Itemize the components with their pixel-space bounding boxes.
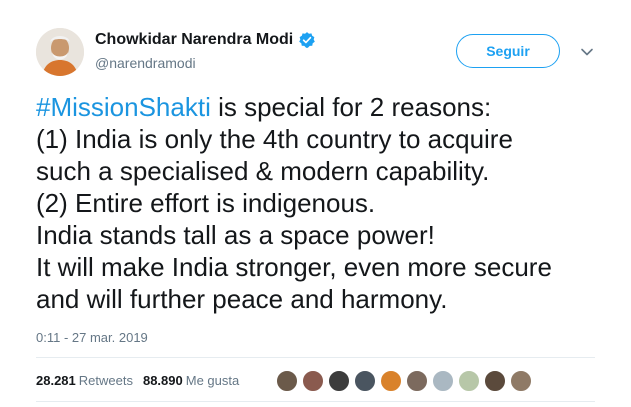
tweet-line-4: (2) Entire effort is indigenous. bbox=[36, 188, 376, 218]
likes-count: 88.890 bbox=[142, 373, 183, 388]
retweets-label: Retweets bbox=[78, 373, 133, 388]
likes-stat[interactable]: 88.890 Me gusta bbox=[143, 373, 239, 388]
tweet-text: #MissionShakti is special for 2 reasons:… bbox=[36, 91, 616, 315]
tweet-timestamp[interactable]: 0:11 - 27 mar. 2019 bbox=[36, 330, 148, 345]
author-handle[interactable]: @narendramodi bbox=[95, 55, 196, 71]
follow-button[interactable]: Seguir bbox=[456, 34, 560, 68]
verified-badge-icon bbox=[298, 31, 316, 49]
liker-avatar-5[interactable] bbox=[380, 370, 402, 392]
hashtag-link[interactable]: #MissionShakti bbox=[36, 92, 211, 122]
author-name[interactable]: Chowkidar Narendra Modi bbox=[95, 31, 316, 49]
tweet-line-2: (1) India is only the 4th country to acq… bbox=[36, 124, 513, 154]
author-name-text[interactable]: Chowkidar Narendra Modi bbox=[95, 31, 293, 49]
liker-avatar-4[interactable] bbox=[354, 370, 376, 392]
profile-photo bbox=[36, 28, 84, 76]
tweet-card: Chowkidar Narendra Modi @narendramodi Se… bbox=[0, 0, 631, 407]
tweet-line-5: India stands tall as a space power! bbox=[36, 220, 435, 250]
liker-avatar-1[interactable] bbox=[276, 370, 298, 392]
chevron-down-icon[interactable] bbox=[579, 44, 595, 60]
liker-avatar-2[interactable] bbox=[302, 370, 324, 392]
author-avatar[interactable] bbox=[36, 28, 84, 76]
liker-avatars bbox=[276, 370, 532, 392]
divider-top bbox=[36, 357, 595, 358]
liker-avatar-9[interactable] bbox=[484, 370, 506, 392]
liker-avatar-8[interactable] bbox=[458, 370, 480, 392]
liker-avatar-6[interactable] bbox=[406, 370, 428, 392]
tweet-line-7: and will further peace and harmony. bbox=[36, 284, 448, 314]
retweets-stat[interactable]: 28.281 Retweets bbox=[36, 373, 133, 388]
tweet-line-1-text: is special for 2 reasons: bbox=[210, 92, 492, 122]
tweet-line-6: It will make India stronger, even more s… bbox=[36, 252, 552, 282]
tweet-line-3: such a specialised & modern capability. bbox=[36, 156, 490, 186]
liker-avatar-10[interactable] bbox=[510, 370, 532, 392]
liker-avatar-3[interactable] bbox=[328, 370, 350, 392]
tweet-stats: 28.281 Retweets 88.890 Me gusta bbox=[36, 373, 249, 388]
retweets-count: 28.281 bbox=[36, 373, 76, 388]
liker-avatar-7[interactable] bbox=[432, 370, 454, 392]
divider-bottom bbox=[36, 401, 595, 402]
tweet-line-1: #MissionShakti is special for 2 reasons: bbox=[36, 91, 616, 123]
likes-label: Me gusta bbox=[185, 373, 240, 388]
